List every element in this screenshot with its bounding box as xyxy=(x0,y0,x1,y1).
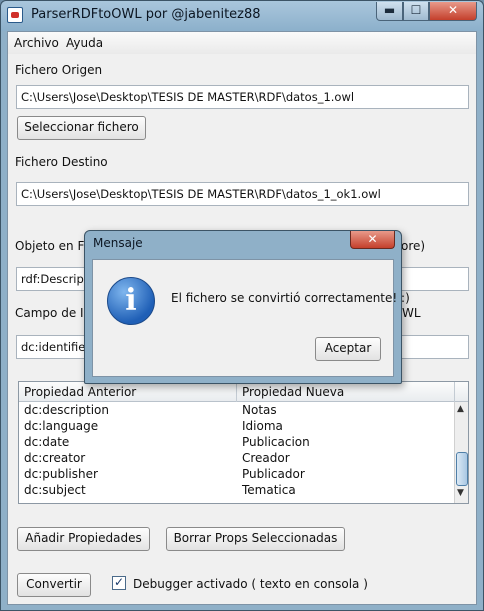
minimize-button[interactable]: ▬ xyxy=(376,2,403,21)
app-icon xyxy=(7,7,23,23)
table-row[interactable]: dc:subject Tematica xyxy=(19,482,455,498)
objeto-label-tail: ore) xyxy=(401,239,426,253)
select-file-button[interactable]: Seleccionar fichero xyxy=(17,116,146,140)
column-header-nueva[interactable]: Propiedad Nueva xyxy=(242,385,344,399)
check-icon: ✓ xyxy=(113,575,125,589)
properties-table[interactable]: Propiedad Anterior Propiedad Nueva dc:de… xyxy=(18,381,469,504)
column-header-anterior[interactable]: Propiedad Anterior xyxy=(24,385,136,399)
table-row[interactable]: dc:publisher Publicador xyxy=(19,466,455,482)
column-divider[interactable] xyxy=(236,382,237,402)
table-row[interactable]: dc:creator Creador xyxy=(19,450,455,466)
dialog-message: El fichero se convirtió correctamente! :… xyxy=(171,291,410,305)
scroll-thumb[interactable] xyxy=(456,452,468,486)
menu-archivo[interactable]: Archivo xyxy=(14,36,59,50)
debugger-label: Debugger activado ( texto en consola ) xyxy=(133,577,368,591)
table-header: Propiedad Anterior Propiedad Nueva xyxy=(19,382,468,402)
accept-button[interactable]: Aceptar xyxy=(315,337,381,361)
table-cell: Publicacion xyxy=(242,435,310,449)
campo-id-label-tail: WL xyxy=(402,306,421,320)
window-title: ParserRDFtoOWL por @jabenitez88 xyxy=(31,7,261,22)
scroll-up-arrow-icon[interactable]: ▲ xyxy=(457,404,464,414)
table-cell: dc:publisher xyxy=(24,467,98,481)
origen-field[interactable]: C:\Users\Jose\Desktop\TESIS DE MASTER\RD… xyxy=(16,85,469,109)
dialog-title: Mensaje xyxy=(93,236,143,250)
delete-selected-properties-button[interactable]: Borrar Props Seleccionadas xyxy=(166,527,345,551)
menu-bar: Archivo Ayuda xyxy=(8,32,476,54)
scroll-down-arrow-icon[interactable]: ▼ xyxy=(457,488,464,498)
table-cell: Creador xyxy=(242,451,290,465)
table-cell: dc:date xyxy=(24,435,70,449)
dialog-close-button[interactable]: ✕ xyxy=(350,231,395,249)
menu-ayuda[interactable]: Ayuda xyxy=(66,36,103,50)
table-cell: Tematica xyxy=(242,483,296,497)
convert-button[interactable]: Convertir xyxy=(17,573,91,597)
table-cell: dc:subject xyxy=(24,483,86,497)
table-cell: dc:language xyxy=(24,419,99,433)
title-bar[interactable]: ParserRDFtoOWL por @jabenitez88 ▬ ☐ ✕ xyxy=(1,1,483,31)
table-row[interactable]: dc:date Publicacion xyxy=(19,434,455,450)
destino-label: Fichero Destino xyxy=(15,155,108,169)
destino-field[interactable]: C:\Users\Jose\Desktop\TESIS DE MASTER\RD… xyxy=(16,182,469,206)
table-body: dc:description Notas dc:language Idioma … xyxy=(19,402,455,503)
table-cell: Notas xyxy=(242,403,277,417)
origen-label: Fichero Origen xyxy=(15,63,103,77)
table-cell: Publicador xyxy=(242,467,305,481)
info-icon: i xyxy=(107,277,155,325)
add-properties-button[interactable]: Añadir Propiedades xyxy=(17,527,150,551)
table-scrollbar[interactable]: ▲ ▼ xyxy=(454,402,468,503)
table-cell: dc:creator xyxy=(24,451,86,465)
table-cell: Idioma xyxy=(242,419,283,433)
column-divider xyxy=(454,382,455,402)
objeto-label: Objeto en Fic xyxy=(15,239,94,253)
main-window: ParserRDFtoOWL por @jabenitez88 ▬ ☐ ✕ Ar… xyxy=(0,0,484,611)
table-cell: dc:description xyxy=(24,403,109,417)
dialog-body: i El fichero se convirtió correctamente!… xyxy=(92,259,410,377)
table-row[interactable]: dc:description Notas xyxy=(19,402,455,418)
message-dialog: Mensaje ✕ i El fichero se convirtió corr… xyxy=(84,230,410,384)
debugger-checkbox[interactable]: ✓ xyxy=(112,576,126,590)
close-button[interactable]: ✕ xyxy=(429,2,477,21)
campo-id-label: Campo de ID xyxy=(15,306,93,320)
maximize-button[interactable]: ☐ xyxy=(403,2,429,21)
table-row[interactable]: dc:language Idioma xyxy=(19,418,455,434)
